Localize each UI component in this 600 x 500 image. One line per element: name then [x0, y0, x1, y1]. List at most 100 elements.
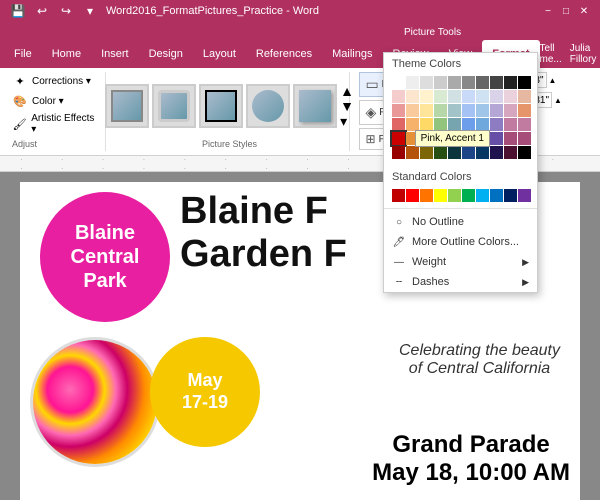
styles-scroll-up[interactable]: ▲: [340, 84, 354, 98]
theme-color-cell[interactable]: [462, 146, 475, 159]
style-thumb-5[interactable]: [293, 84, 337, 128]
standard-color-cell[interactable]: [434, 189, 447, 202]
standard-color-cell[interactable]: [518, 189, 531, 202]
more-outline-colors-item[interactable]: 🖊 More Outline Colors...: [384, 232, 537, 252]
tab-home[interactable]: Home: [42, 40, 91, 68]
theme-color-cell[interactable]: [420, 146, 433, 159]
theme-color-cell[interactable]: [518, 132, 531, 145]
standard-color-cell[interactable]: [420, 189, 433, 202]
style-thumb-2[interactable]: [152, 84, 196, 128]
redo-button[interactable]: ↪: [56, 1, 76, 21]
parade-text: Grand Parade May 18, 10:00 AM: [372, 431, 570, 487]
theme-color-cell[interactable]: [406, 76, 419, 89]
theme-color-cell[interactable]: [490, 118, 503, 131]
standard-color-cell[interactable]: [462, 189, 475, 202]
standard-color-cell[interactable]: [406, 189, 419, 202]
weight-item[interactable]: — Weight ▶: [384, 252, 537, 272]
theme-color-cell[interactable]: [420, 76, 433, 89]
theme-color-cell[interactable]: [406, 104, 419, 117]
theme-color-cell[interactable]: [420, 104, 433, 117]
tab-insert[interactable]: Insert: [91, 40, 139, 68]
garden-text-1: Blaine F: [180, 190, 347, 233]
undo-button[interactable]: ↩: [32, 1, 52, 21]
theme-color-cell[interactable]: [406, 146, 419, 159]
more-colors-icon: 🖊: [392, 235, 406, 249]
theme-color-cell[interactable]: [504, 104, 517, 117]
theme-color-cell[interactable]: [476, 104, 489, 117]
theme-colors-grid: Pink, Accent 1: [384, 73, 537, 162]
dashes-item[interactable]: ╌ Dashes ▶: [384, 272, 537, 292]
theme-color-cell[interactable]: [392, 104, 405, 117]
minimize-button[interactable]: −: [540, 3, 556, 19]
theme-color-cell[interactable]: [490, 76, 503, 89]
theme-color-cell[interactable]: [434, 104, 447, 117]
theme-color-cell[interactable]: [462, 90, 475, 103]
theme-color-cell[interactable]: [504, 76, 517, 89]
theme-color-cell[interactable]: [462, 104, 475, 117]
theme-color-cell[interactable]: [392, 76, 405, 89]
standard-color-cell[interactable]: [490, 189, 503, 202]
theme-color-cell[interactable]: [490, 90, 503, 103]
garden-title-line1: Blaine F Garden F: [180, 190, 347, 276]
theme-color-cell[interactable]: [504, 132, 517, 145]
theme-color-cell[interactable]: [448, 104, 461, 117]
theme-color-cell[interactable]: [518, 104, 531, 117]
theme-color-cell[interactable]: [490, 132, 503, 145]
theme-color-cell[interactable]: [420, 90, 433, 103]
theme-color-cell[interactable]: [448, 90, 461, 103]
theme-color-cell[interactable]: [406, 90, 419, 103]
flower-circle[interactable]: [30, 337, 160, 467]
theme-color-cell[interactable]: [518, 90, 531, 103]
dashes-arrow-icon: ▶: [522, 277, 529, 288]
no-outline-item[interactable]: ○ No Outline: [384, 212, 537, 232]
theme-color-cell[interactable]: [504, 118, 517, 131]
artistic-effects-button[interactable]: 🖌 Artistic Effects ▾: [12, 112, 99, 136]
theme-color-cell[interactable]: [448, 76, 461, 89]
standard-color-cell[interactable]: [392, 189, 405, 202]
styles-scroll-down[interactable]: ▼: [340, 99, 354, 113]
customize-qa-button[interactable]: ▾: [80, 1, 100, 21]
close-button[interactable]: ✕: [576, 3, 592, 19]
maximize-button[interactable]: □: [558, 3, 574, 19]
theme-color-cell[interactable]: [504, 146, 517, 159]
theme-color-cell[interactable]: [392, 118, 405, 131]
theme-color-cell[interactable]: [518, 146, 531, 159]
styles-expand[interactable]: ▾: [340, 114, 354, 128]
corrections-label: Corrections ▾: [32, 76, 91, 87]
theme-color-cell[interactable]: [490, 146, 503, 159]
standard-color-cell[interactable]: [448, 189, 461, 202]
theme-color-cell[interactable]: [434, 76, 447, 89]
theme-color-cell[interactable]: [476, 90, 489, 103]
theme-color-cell[interactable]: [392, 146, 405, 159]
theme-color-cell[interactable]: [462, 76, 475, 89]
theme-color-cell[interactable]: [448, 146, 461, 159]
color-button[interactable]: 🎨 Color ▾: [12, 92, 99, 110]
tab-layout[interactable]: Layout: [193, 40, 246, 68]
theme-color-cell[interactable]: [518, 118, 531, 131]
tab-references[interactable]: References: [246, 40, 322, 68]
theme-color-cell[interactable]: [490, 104, 503, 117]
corrections-button[interactable]: ✦ Corrections ▾: [12, 72, 99, 90]
tab-design[interactable]: Design: [139, 40, 193, 68]
picture-border-dropdown: Theme Colors Pink, Accent 1 Standard Col…: [383, 52, 538, 293]
height-spinner-up[interactable]: ▲: [549, 76, 557, 85]
theme-color-cell[interactable]: Pink, Accent 1: [392, 132, 405, 145]
theme-color-cell[interactable]: [434, 90, 447, 103]
theme-color-cell[interactable]: [434, 146, 447, 159]
weight-label: Weight: [412, 256, 446, 268]
theme-color-cell[interactable]: [504, 90, 517, 103]
style-thumb-3[interactable]: [199, 84, 243, 128]
save-button[interactable]: 💾: [8, 1, 28, 21]
tab-file[interactable]: File: [4, 40, 42, 68]
standard-color-cell[interactable]: [504, 189, 517, 202]
width-spinner-up[interactable]: ▲: [554, 96, 562, 105]
theme-color-cell[interactable]: [392, 90, 405, 103]
style-thumb-1[interactable]: [105, 84, 149, 128]
theme-color-cell[interactable]: [476, 146, 489, 159]
tab-mailings[interactable]: Mailings: [322, 40, 382, 68]
standard-color-cell[interactable]: [476, 189, 489, 202]
tell-me-field[interactable]: Tell me...: [540, 43, 562, 65]
theme-color-cell[interactable]: [518, 76, 531, 89]
theme-color-cell[interactable]: [476, 76, 489, 89]
style-thumb-4[interactable]: [246, 84, 290, 128]
